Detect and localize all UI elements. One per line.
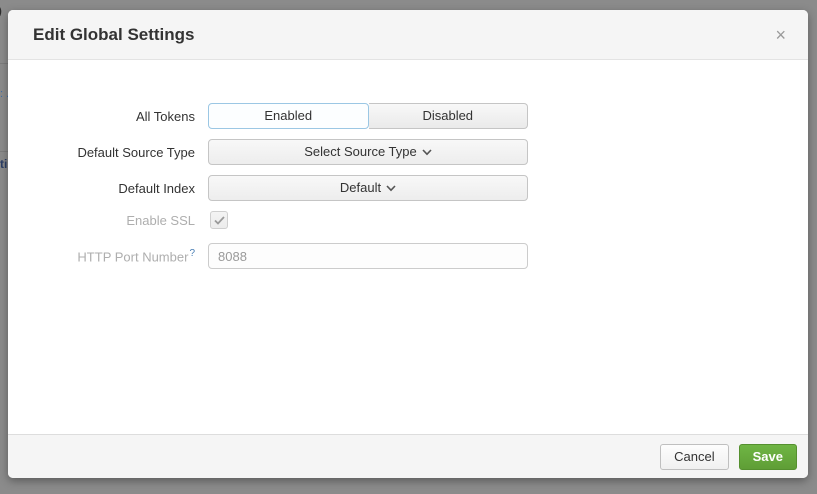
http-port-input bbox=[208, 243, 528, 269]
checkmark-icon bbox=[214, 216, 225, 225]
default-source-type-dropdown[interactable]: Select Source Type bbox=[208, 139, 528, 165]
form-row-all-tokens: All Tokens Enabled Disabled bbox=[8, 103, 808, 129]
dialog-title: Edit Global Settings bbox=[8, 10, 808, 60]
background-divider bbox=[0, 63, 8, 64]
dialog-header: Edit Global Settings × bbox=[8, 10, 808, 60]
save-button[interactable]: Save bbox=[739, 444, 797, 470]
enable-ssl-checkbox bbox=[210, 211, 228, 229]
all-tokens-disabled-button[interactable]: Disabled bbox=[369, 103, 529, 129]
all-tokens-toggle: Enabled Disabled bbox=[208, 103, 528, 129]
chevron-down-icon bbox=[422, 140, 432, 164]
dialog-footer: Cancel Save bbox=[8, 434, 808, 478]
dialog-body: All Tokens Enabled Disabled Default Sour… bbox=[8, 60, 808, 269]
cancel-button[interactable]: Cancel bbox=[660, 444, 728, 470]
http-port-label: HTTP Port Number? bbox=[8, 248, 195, 264]
all-tokens-enabled-button[interactable]: Enabled bbox=[208, 103, 369, 129]
default-index-dropdown[interactable]: Default bbox=[208, 175, 528, 201]
edit-global-settings-dialog: Edit Global Settings × All Tokens Enable… bbox=[8, 10, 808, 478]
default-source-type-value: Select Source Type bbox=[304, 144, 417, 159]
form-row-default-index: Default Index Default bbox=[8, 175, 808, 201]
enable-ssl-label: Enable SSL bbox=[8, 213, 195, 228]
background-divider bbox=[0, 151, 8, 152]
close-icon[interactable]: × bbox=[771, 10, 790, 60]
default-index-value: Default bbox=[340, 180, 381, 195]
help-icon: ? bbox=[189, 248, 195, 259]
form-row-enable-ssl: Enable SSL bbox=[8, 211, 808, 229]
default-source-type-label: Default Source Type bbox=[8, 145, 195, 160]
default-index-label: Default Index bbox=[8, 181, 195, 196]
all-tokens-label: All Tokens bbox=[8, 109, 195, 124]
chevron-down-icon bbox=[386, 176, 396, 200]
form-row-http-port: HTTP Port Number? bbox=[8, 243, 808, 269]
form-row-default-source-type: Default Source Type Select Source Type bbox=[8, 139, 808, 165]
